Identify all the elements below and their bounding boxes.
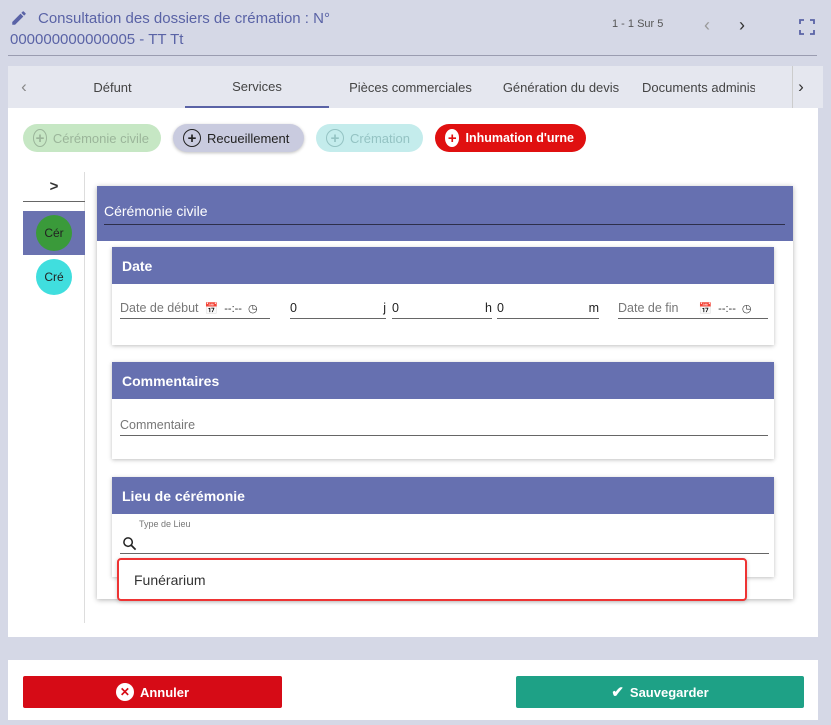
tab-generation-devis[interactable]: Génération du devis <box>492 66 630 108</box>
tab-scroll-left-icon[interactable]: ‹ <box>8 66 40 108</box>
chip-label: Crémation <box>350 130 410 146</box>
stepper-toggle-icon[interactable]: > <box>23 172 85 202</box>
days-field[interactable]: 0 j <box>290 297 386 319</box>
hours-field[interactable]: 0 h <box>392 297 492 319</box>
hours-value: 0 <box>392 301 399 315</box>
close-icon: ✕ <box>115 683 134 701</box>
chip-label: Recueillement <box>207 130 290 146</box>
tab-pieces-commerciales[interactable]: Pièces commerciales <box>329 66 492 108</box>
date-section: Date Date de début 📅 --:-- ◷ 0 j 0 h 0 m <box>112 247 774 345</box>
type-lieu-label: Type de Lieu <box>139 519 191 529</box>
days-unit: j <box>383 301 386 315</box>
plus-icon: + <box>183 129 201 147</box>
date-section-title: Date <box>112 247 774 284</box>
save-label: Sauvegarder <box>629 684 709 700</box>
minutes-unit: m <box>588 301 599 315</box>
calendar-icon[interactable]: 📅 <box>205 302 219 315</box>
fullscreen-icon[interactable] <box>799 19 815 35</box>
card-title: Cérémonie civile <box>104 203 208 219</box>
chevron-left-icon[interactable]: ‹ <box>697 14 717 36</box>
start-time-value: --:-- <box>224 302 242 315</box>
check-icon: ✔ <box>611 684 624 701</box>
end-date-field[interactable]: Date de fin 📅 --:-- ◷ <box>618 297 768 319</box>
chip-recueillement[interactable]: + Recueillement <box>173 124 304 152</box>
comments-section-title: Commentaires <box>112 362 774 399</box>
chip-label: Cérémonie civile <box>52 130 149 146</box>
cancel-button[interactable]: ✕ Annuler <box>23 676 282 708</box>
step-avatar: Cér <box>36 215 72 251</box>
end-time-value: --:-- <box>718 302 736 315</box>
comment-placeholder: Commentaire <box>120 418 196 432</box>
comment-field[interactable]: Commentaire <box>120 414 768 436</box>
cancel-label: Annuler <box>139 684 190 700</box>
plus-icon: + <box>33 129 47 147</box>
tab-defunt[interactable]: Défunt <box>40 66 185 108</box>
start-date-placeholder: Date de début <box>120 301 199 315</box>
ceremonie-card: Cérémonie civile Date Date de début 📅 --… <box>97 186 793 599</box>
end-date-placeholder: Date de fin <box>618 301 679 315</box>
tab-bar: ‹ Défunt Services Pièces commerciales Gé… <box>8 66 823 108</box>
page-title: Consultation des dossiers de crémation :… <box>10 10 330 48</box>
ceremonie-card-header: Cérémonie civile <box>97 186 793 241</box>
chip-ceremonie-civile[interactable]: + Cérémonie civile <box>23 124 161 152</box>
chevron-right-icon[interactable]: › <box>732 14 752 36</box>
card-title-underline <box>104 224 785 225</box>
step-cremation[interactable]: Cré <box>23 255 85 299</box>
minutes-value: 0 <box>497 301 504 315</box>
step-ceremonie[interactable]: Cér <box>23 211 85 255</box>
tab-scroll-right-icon[interactable]: › <box>785 66 817 108</box>
tab-services[interactable]: Services <box>185 66 329 108</box>
search-icon[interactable] <box>122 536 137 551</box>
comments-section: Commentaires Commentaire <box>112 362 774 459</box>
lieu-option-funerarium[interactable]: Funérarium <box>117 558 747 601</box>
page-header: Consultation des dossiers de crémation :… <box>0 0 831 56</box>
lieu-section-title: Lieu de cérémonie <box>112 477 774 514</box>
type-lieu-input[interactable] <box>120 553 769 554</box>
chip-label: Inhumation d'urne <box>465 131 574 145</box>
minutes-field[interactable]: 0 m <box>497 297 599 319</box>
footer-actions: ✕ Annuler ✔ Sauvegarder <box>8 660 818 720</box>
plus-icon: + <box>326 129 344 147</box>
tab-documents-administratifs[interactable]: Documents administ <box>630 66 755 108</box>
clock-icon[interactable]: ◷ <box>248 302 258 315</box>
plus-icon: + <box>445 129 460 147</box>
header-divider <box>8 55 817 56</box>
calendar-icon[interactable]: 📅 <box>698 302 712 315</box>
service-stepper: > Cér Cré <box>23 172 85 623</box>
chip-cremation[interactable]: + Crémation <box>316 124 423 152</box>
save-button[interactable]: ✔ Sauvegarder <box>516 676 804 708</box>
pager-text: 1 - 1 Sur 5 <box>612 18 664 30</box>
hours-unit: h <box>485 301 492 315</box>
clock-icon[interactable]: ◷ <box>742 302 752 315</box>
chip-inhumation-urne[interactable]: + Inhumation d'urne <box>435 124 586 152</box>
service-chips: + Cérémonie civile + Recueillement + Cré… <box>23 124 586 152</box>
step-avatar: Cré <box>36 259 72 295</box>
start-date-field[interactable]: Date de début 📅 --:-- ◷ <box>120 297 270 319</box>
days-value: 0 <box>290 301 297 315</box>
